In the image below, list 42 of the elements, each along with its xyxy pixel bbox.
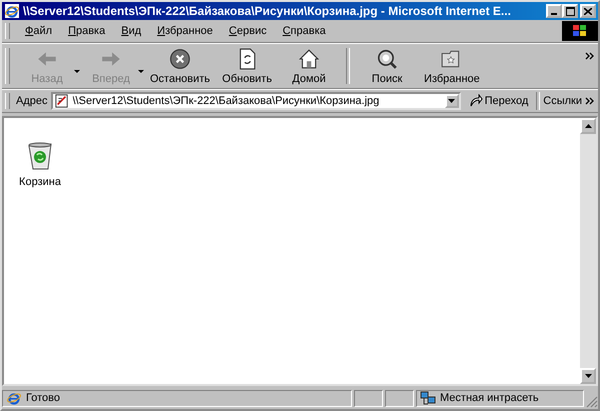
address-field[interactable]: \\Server12\Students\ЭПк-222\Байзакова\Рисунки\Корзина.jpg [50, 92, 461, 110]
maximize-icon [566, 6, 574, 16]
go-button[interactable]: Переход [460, 94, 536, 108]
menu-item[interactable]: Сервис [222, 23, 274, 39]
links-button[interactable]: Ссылки [540, 95, 585, 107]
refresh-button[interactable]: Обновить [216, 46, 278, 86]
up-arrow-icon[interactable] [584, 124, 592, 128]
window-title: \\Server12\Students\ЭПк-222\Байзакова\Рисунки\Корзина.jpg - Microsoft Internet E... [23, 4, 512, 18]
favorites-button[interactable]: Избранное [418, 46, 486, 86]
icon-label[interactable]: Корзина [19, 176, 61, 188]
network-computers-icon [420, 390, 436, 406]
status-panel [354, 390, 383, 406]
down-arrow-icon[interactable] [584, 374, 592, 378]
menu-item[interactable]: Справка [276, 23, 333, 39]
status-panel [385, 390, 414, 406]
vertical-scrollbar[interactable] [580, 118, 596, 384]
address-label: Адрес [16, 95, 48, 107]
browser-logo-icon [4, 3, 20, 19]
document-icon [54, 94, 68, 108]
resize-grip-icon[interactable] [586, 396, 598, 408]
home-button[interactable]: Домой [278, 46, 340, 86]
chevron-icon[interactable] [585, 97, 594, 105]
close-button[interactable] [580, 4, 596, 18]
zone-text: Местная интрасеть [440, 392, 539, 404]
maximize-button[interactable] [562, 4, 578, 18]
curved-arrow-icon [468, 94, 483, 108]
menu-item[interactable]: Вид [114, 23, 148, 39]
close-icon [584, 8, 592, 14]
dropdown-button[interactable] [444, 94, 459, 108]
status-text: Готово [26, 392, 60, 404]
minimize-button[interactable] [546, 4, 562, 18]
stop-icon [169, 48, 192, 70]
home-icon [298, 48, 320, 70]
menu-item[interactable]: Файл [18, 23, 60, 39]
caret-icon [448, 99, 456, 103]
search-button[interactable]: Поиск [356, 46, 418, 86]
windows-logo-icon [562, 21, 598, 41]
stop-button[interactable]: Остановить [144, 46, 216, 86]
magnifier-icon [376, 48, 398, 70]
menu-item[interactable]: Избранное [150, 23, 220, 39]
menu-item[interactable]: Правка [61, 23, 112, 39]
chevron-icon[interactable] [585, 52, 594, 60]
